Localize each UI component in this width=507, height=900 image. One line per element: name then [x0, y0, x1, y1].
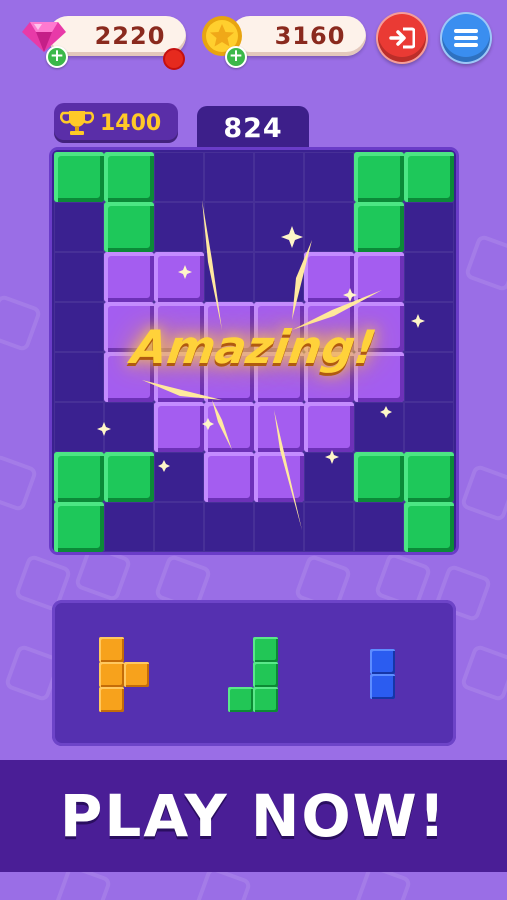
blue-piece-block: [370, 674, 395, 699]
orange-piece-block: [99, 662, 124, 687]
board-cell[interactable]: [304, 502, 354, 552]
best-score: 1400: [54, 103, 178, 143]
board-cell[interactable]: [54, 252, 104, 302]
board-cell[interactable]: [204, 152, 254, 202]
green-piece-block: [253, 637, 278, 662]
purple-block: [354, 252, 404, 302]
board-cell[interactable]: [104, 402, 154, 452]
purple-block: [204, 402, 254, 452]
purple-block: [304, 402, 354, 452]
green-block: [104, 202, 154, 252]
coin-balance[interactable]: 3160: [230, 16, 366, 56]
board-cell[interactable]: [54, 202, 104, 252]
green-piece-block: [253, 687, 278, 712]
exit-button[interactable]: [376, 12, 428, 64]
board-cell[interactable]: [354, 502, 404, 552]
current-score-value: 824: [223, 112, 283, 144]
green-block: [354, 202, 404, 252]
green-block: [354, 152, 404, 202]
coin-count: 3160: [274, 22, 346, 50]
purple-block: [104, 252, 154, 302]
board-cell[interactable]: [154, 152, 204, 202]
blue-piece-block: [370, 649, 395, 674]
green-block: [54, 452, 104, 502]
purple-block: [304, 252, 354, 302]
green-block: [54, 152, 104, 202]
menu-button[interactable]: [440, 12, 492, 64]
board-cell[interactable]: [204, 252, 254, 302]
orange-piece-block: [124, 662, 149, 687]
board-cell[interactable]: [104, 502, 154, 552]
notification-dot: [163, 48, 185, 70]
exit-door-icon: [389, 27, 415, 49]
gem-balance[interactable]: 2220: [48, 16, 186, 56]
board-cell[interactable]: [404, 402, 454, 452]
green-piece-block: [253, 662, 278, 687]
add-gems-button[interactable]: +: [46, 46, 68, 68]
play-now-label: PLAY NOW!: [59, 782, 448, 850]
green-block: [104, 452, 154, 502]
green-block: [104, 152, 154, 202]
current-score: 824: [197, 106, 309, 150]
green-block: [404, 152, 454, 202]
board-cell[interactable]: [154, 452, 204, 502]
board-cell[interactable]: [304, 202, 354, 252]
hamburger-menu-icon: [454, 29, 478, 47]
orange-piece-block: [99, 637, 124, 662]
green-block: [354, 452, 404, 502]
green-block: [54, 502, 104, 552]
green-block: [404, 502, 454, 552]
orange-piece-block: [99, 687, 124, 712]
green-block: [404, 452, 454, 502]
purple-block: [204, 452, 254, 502]
board-cell[interactable]: [304, 152, 354, 202]
board-cell[interactable]: [304, 452, 354, 502]
orange-piece[interactable]: [99, 637, 149, 712]
board-cell[interactable]: [254, 502, 304, 552]
green-piece[interactable]: [228, 637, 278, 712]
board-cell[interactable]: [154, 202, 204, 252]
blue-piece[interactable]: [370, 649, 395, 699]
board-cell[interactable]: [154, 502, 204, 552]
board-cell[interactable]: [54, 402, 104, 452]
top-bar: 2220 + 3160 +: [0, 12, 507, 70]
purple-block: [154, 402, 204, 452]
piece-tray: [52, 600, 456, 746]
best-score-value: 1400: [100, 110, 162, 136]
purple-block: [154, 252, 204, 302]
green-piece-block: [228, 687, 253, 712]
purple-block: [254, 402, 304, 452]
add-coins-button[interactable]: +: [225, 46, 247, 68]
board-cell[interactable]: [404, 202, 454, 252]
board-cell[interactable]: [204, 502, 254, 552]
board-cell[interactable]: [404, 252, 454, 302]
board-cell[interactable]: [204, 202, 254, 252]
amazing-message: Amazing!: [128, 320, 380, 374]
purple-block: [254, 452, 304, 502]
board-cell[interactable]: [254, 252, 304, 302]
gem-count: 2220: [94, 22, 166, 50]
board-cell[interactable]: [254, 202, 304, 252]
trophy-icon: [60, 111, 94, 135]
play-now-banner[interactable]: PLAY NOW!: [0, 760, 507, 872]
board-cell[interactable]: [254, 152, 304, 202]
board-cell[interactable]: [354, 402, 404, 452]
